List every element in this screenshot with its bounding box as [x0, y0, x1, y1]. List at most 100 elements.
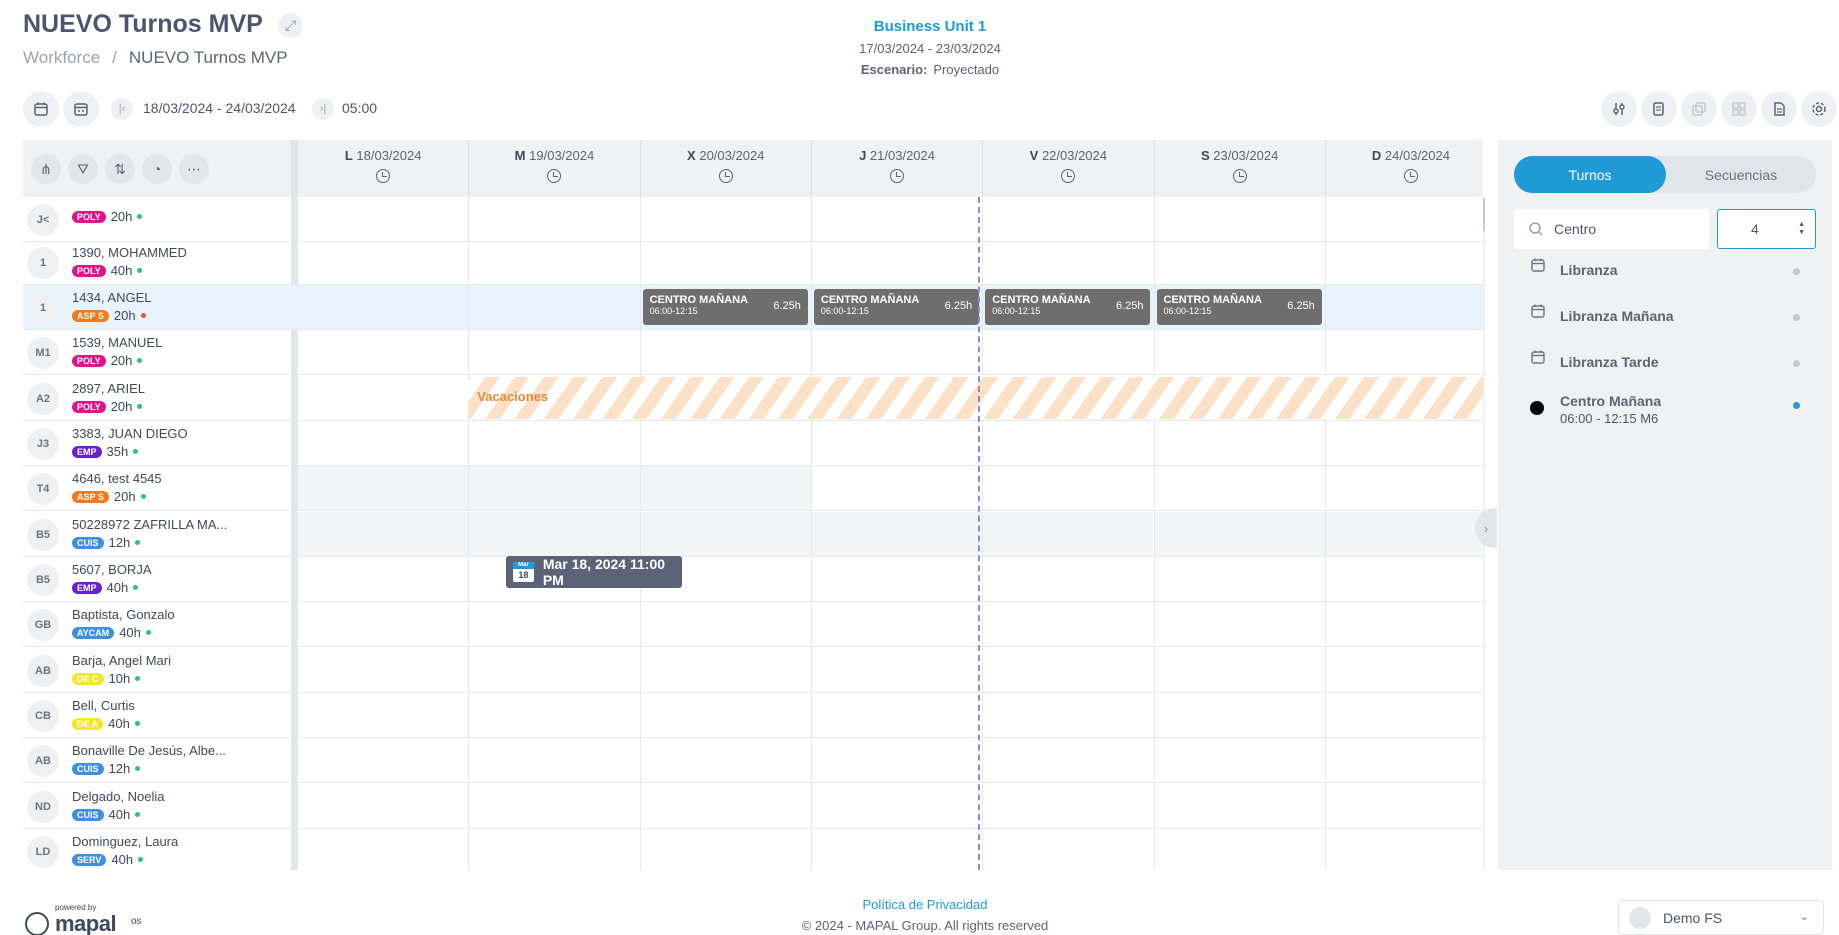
day-cell[interactable] — [810, 197, 982, 241]
tab-turnos[interactable]: Turnos — [1514, 156, 1666, 193]
day-cell[interactable] — [468, 693, 639, 737]
day-cell[interactable] — [1324, 240, 1485, 284]
speed-icon[interactable]: ◔ — [142, 154, 172, 184]
employee-cell[interactable]: AB Bonaville De Jesús, Albe... CUIS 12h — [23, 738, 291, 782]
day-cell[interactable] — [297, 557, 468, 601]
employee-cell[interactable]: 1 1434, ANGEL ASP S 20h — [23, 285, 291, 329]
calendar-week-icon[interactable] — [23, 91, 59, 127]
day-header[interactable]: J 21/03/2024 — [810, 140, 982, 197]
day-cell[interactable] — [1153, 330, 1325, 374]
document-icon[interactable] — [1761, 91, 1797, 127]
day-header[interactable]: S 23/03/2024 — [1153, 140, 1325, 197]
more-icon[interactable]: ⋯ — [179, 154, 209, 184]
day-cell[interactable] — [982, 829, 1153, 870]
day-cell[interactable] — [639, 738, 811, 782]
user-selector[interactable]: Demo FS ⌄ — [1618, 900, 1824, 935]
employee-cell[interactable]: J3 3383, JUAN DIEGO EMP 35h — [23, 421, 291, 465]
day-cell[interactable] — [810, 512, 983, 556]
day-cell[interactable] — [1324, 512, 1485, 556]
day-cell[interactable] — [297, 197, 468, 241]
day-cell[interactable] — [468, 784, 639, 828]
day-cell[interactable] — [982, 648, 1153, 692]
shift-block[interactable]: CENTRO MAÑANA 06:00-12:15 6.25h — [1156, 289, 1322, 325]
day-cell[interactable] — [297, 330, 468, 374]
day-cell[interactable] — [297, 829, 468, 870]
day-cell[interactable] — [297, 421, 468, 465]
day-cell[interactable] — [468, 512, 640, 556]
day-cell[interactable] — [1324, 784, 1485, 828]
day-cell[interactable] — [982, 421, 1153, 465]
day-cell[interactable] — [1324, 330, 1485, 374]
day-cell[interactable] — [982, 557, 1153, 601]
report-icon[interactable] — [1641, 91, 1677, 127]
day-cell[interactable] — [810, 602, 982, 646]
employee-cell[interactable]: AB Barja, Angel Mari DE C 10h — [23, 648, 291, 692]
day-cell[interactable] — [1153, 466, 1325, 510]
employee-cell[interactable]: B5 5607, BORJA EMP 40h — [23, 557, 291, 601]
employee-cell[interactable]: LD Dominguez, Laura SERV 40h — [23, 829, 291, 870]
day-cell[interactable] — [810, 240, 982, 284]
day-cell[interactable] — [639, 512, 811, 556]
day-cell[interactable] — [1153, 648, 1325, 692]
employee-cell[interactable]: M1 1539, MANUEL POLY 20h — [23, 330, 291, 374]
day-cell[interactable] — [1324, 421, 1485, 465]
day-cell[interactable] — [1324, 557, 1485, 601]
day-cell[interactable] — [468, 421, 639, 465]
day-cell[interactable] — [810, 829, 982, 870]
filter-sliders-icon[interactable] — [1601, 91, 1637, 127]
shift-template-item[interactable]: Libranza Mañana — [1530, 300, 1800, 340]
day-cell[interactable] — [639, 197, 811, 241]
search-input[interactable] — [1554, 221, 1694, 237]
day-cell[interactable] — [297, 738, 468, 782]
day-cell[interactable] — [810, 421, 982, 465]
shift-block[interactable]: CENTRO MAÑANA 06:00-12:15 6.25h — [813, 289, 980, 325]
day-cell[interactable] — [297, 784, 468, 828]
day-cell[interactable] — [468, 240, 639, 284]
shift-template-item[interactable]: Centro Mañana 06:00 - 12:15 M6 — [1530, 393, 1800, 433]
employee-cell[interactable]: T4 4646, test 4545 ASP S 20h — [23, 466, 291, 510]
expand-icon[interactable]: ⤢ — [278, 13, 303, 38]
day-cell[interactable] — [297, 693, 468, 737]
privacy-link[interactable]: Política de Privacidad — [760, 897, 1090, 912]
search-field[interactable] — [1514, 209, 1709, 249]
day-cell[interactable] — [468, 197, 639, 241]
day-cell[interactable] — [1324, 602, 1485, 646]
day-cell[interactable] — [810, 784, 982, 828]
number-stepper[interactable]: 4 ▲ ▼ — [1717, 209, 1816, 249]
employee-cell[interactable]: GB Baptista, Gonzalo AYCAM 40h — [23, 602, 291, 646]
employee-cell[interactable]: B5 50228972 ZAFRILLA MA... CUIS 12h — [23, 512, 291, 556]
day-cell[interactable] — [639, 602, 811, 646]
day-cell[interactable] — [468, 738, 639, 782]
day-cell[interactable] — [468, 602, 639, 646]
day-cell[interactable] — [1324, 693, 1485, 737]
shift-block[interactable]: CENTRO MAÑANA 06:00-12:15 6.25h — [642, 289, 808, 325]
day-cell[interactable] — [1153, 693, 1325, 737]
day-cell[interactable] — [810, 693, 982, 737]
day-cell[interactable] — [982, 693, 1153, 737]
day-cell[interactable] — [982, 512, 1154, 556]
day-cell[interactable] — [982, 738, 1153, 782]
day-cell[interactable] — [982, 240, 1153, 284]
day-cell[interactable] — [810, 648, 982, 692]
employee-cell[interactable]: A2 2897, ARIEL POLY 20h — [23, 376, 291, 420]
filter-icon[interactable]: ⛛ — [68, 154, 98, 184]
day-cell[interactable] — [810, 557, 982, 601]
shift-template-item[interactable]: Libranza Tarde — [1530, 346, 1800, 386]
scrollbar-thumb[interactable] — [1483, 197, 1485, 232]
last-week-icon[interactable]: ›| — [312, 98, 334, 120]
grid-icon[interactable] — [1721, 91, 1757, 127]
day-cell[interactable] — [639, 829, 811, 870]
day-cell[interactable] — [1153, 240, 1325, 284]
vacation-block[interactable]: Vacaciones — [468, 377, 1485, 419]
day-cell[interactable] — [468, 829, 639, 870]
day-cell[interactable] — [639, 466, 811, 510]
employee-cell[interactable]: CB Bell, Curtis DE A 40h — [23, 693, 291, 737]
day-cell[interactable] — [1324, 197, 1485, 241]
copy-icon[interactable] — [1681, 91, 1717, 127]
day-header[interactable]: V 22/03/2024 — [982, 140, 1153, 197]
shift-block[interactable]: CENTRO MAÑANA 06:00-12:15 6.25h — [985, 289, 1151, 325]
tab-secuencias[interactable]: Secuencias — [1666, 156, 1816, 193]
day-cell[interactable] — [1324, 285, 1485, 329]
day-cell[interactable] — [982, 197, 1153, 241]
employee-cell[interactable]: 1 1390, MOHAMMED POLY 40h — [23, 240, 291, 284]
